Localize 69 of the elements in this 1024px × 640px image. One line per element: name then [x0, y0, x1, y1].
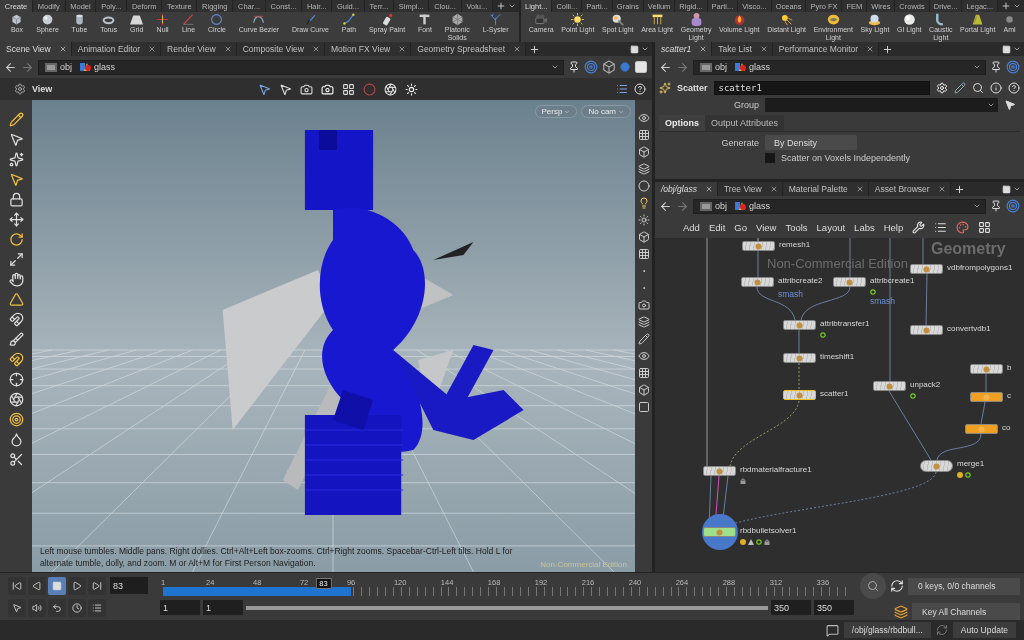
key-mode-dropdown[interactable]: Key All Channels: [912, 603, 1020, 620]
pane-tab[interactable]: Composite View: [236, 42, 325, 56]
node-label: vdbfrompolygons1: [947, 263, 1013, 272]
path-segment[interactable]: glass: [77, 62, 118, 72]
pane-tab[interactable]: Performance Monitor: [772, 42, 880, 56]
node-label: rbdbulletsolver1: [740, 526, 797, 535]
node-label: convertvdb1: [947, 324, 991, 333]
node-type-label: Scatter: [677, 83, 708, 93]
parameter-tab[interactable]: Output Attributes: [705, 115, 785, 131]
camera-menu-button[interactable]: No cam: [581, 105, 631, 118]
path-field[interactable]: obj glass: [693, 198, 986, 214]
pane-tab[interactable]: Motion FX View: [324, 42, 412, 56]
node-label: c: [1007, 391, 1011, 400]
node-comment: smash: [870, 296, 896, 306]
pane-tab[interactable]: scatter1: [655, 42, 713, 56]
node-label: rbdmaterialfracture1: [740, 465, 812, 474]
generate-label: Generate: [720, 137, 759, 148]
update-mode-dropdown[interactable]: Auto Update: [952, 622, 1016, 638]
path-field[interactable]: obj glass: [693, 59, 986, 75]
node-comment: smash: [778, 289, 804, 299]
range-end-field[interactable]: 350: [814, 600, 854, 615]
node-label: co: [1002, 423, 1011, 432]
pane-tab[interactable]: Render View: [161, 42, 237, 56]
node-label: attribcreate2: [778, 276, 823, 285]
path-segment[interactable]: obj: [43, 62, 74, 72]
pane-tab[interactable]: /obj/glass: [655, 182, 718, 196]
menu-item[interactable]: Labs: [854, 221, 875, 233]
parameter-tab[interactable]: Options: [659, 115, 705, 131]
range-start-field[interactable]: 1: [203, 600, 243, 615]
node-label: attribcreate1: [870, 276, 915, 285]
pane-tab[interactable]: Material Palette: [782, 182, 869, 196]
node-label: scatter1: [820, 389, 849, 398]
help-text: Left mouse tumbles. Middle pans. Right dollies. Ctrl+Alt+Left box-zooms. Ctrl+Right zooms. Spacebar-Ctrl-Left tilts. Hold L for alternate tumble, dolly, and zoom. M or Alt+M for First Person Navigation.: [40, 545, 514, 569]
pane-tab[interactable]: Animation Editor: [71, 42, 162, 56]
generate-dropdown[interactable]: By Density: [765, 135, 857, 150]
node-label: merge1: [957, 459, 985, 468]
menu-item[interactable]: View: [755, 221, 777, 233]
pane-tab[interactable]: Scene View: [0, 42, 72, 56]
menu-item[interactable]: Layout: [816, 221, 846, 233]
menu-item[interactable]: Add: [683, 221, 700, 233]
path-segment[interactable]: obj: [698, 62, 729, 72]
menu-item[interactable]: Help: [883, 221, 904, 233]
view-label: View: [32, 84, 53, 94]
node-name-field[interactable]: scatter1: [713, 81, 930, 95]
path-segment[interactable]: glass: [732, 201, 773, 211]
range-start-field[interactable]: 1: [160, 600, 200, 615]
path-dropdown[interactable]: /obj/glass/rbdbull...: [843, 622, 931, 638]
pane-tab[interactable]: Take List: [712, 42, 773, 56]
pane-tab[interactable]: Asset Browser: [868, 182, 951, 196]
pane-tab[interactable]: Tree View: [717, 182, 783, 196]
node-label: remesh1: [779, 240, 811, 249]
path-field[interactable]: obj glass: [38, 59, 564, 75]
menu-item[interactable]: Tools: [785, 221, 808, 233]
path-segment[interactable]: obj: [698, 201, 729, 211]
path-segment[interactable]: glass: [732, 62, 773, 72]
range-end-field[interactable]: 350: [771, 600, 811, 615]
edition-watermark: Non-Commercial Edition: [767, 256, 908, 271]
menu-item[interactable]: Go: [734, 221, 747, 233]
node-label: b: [1007, 363, 1012, 372]
context-watermark: Geometry: [931, 240, 1006, 258]
menu-item[interactable]: Edit: [708, 221, 726, 233]
pane-tab[interactable]: Geometry Spreadsheet: [411, 42, 527, 56]
frame-field[interactable]: 83: [110, 577, 148, 594]
node-label: unpack2: [910, 380, 941, 389]
group-label: Group: [733, 100, 759, 110]
keys-dropdown[interactable]: 0 keys, 0/0 channels: [908, 577, 1020, 595]
checkbox-label: Scatter on Voxels Independently: [781, 153, 911, 163]
node-label: timeshift1: [820, 352, 855, 361]
node-label: attribtransfer1: [820, 319, 870, 328]
